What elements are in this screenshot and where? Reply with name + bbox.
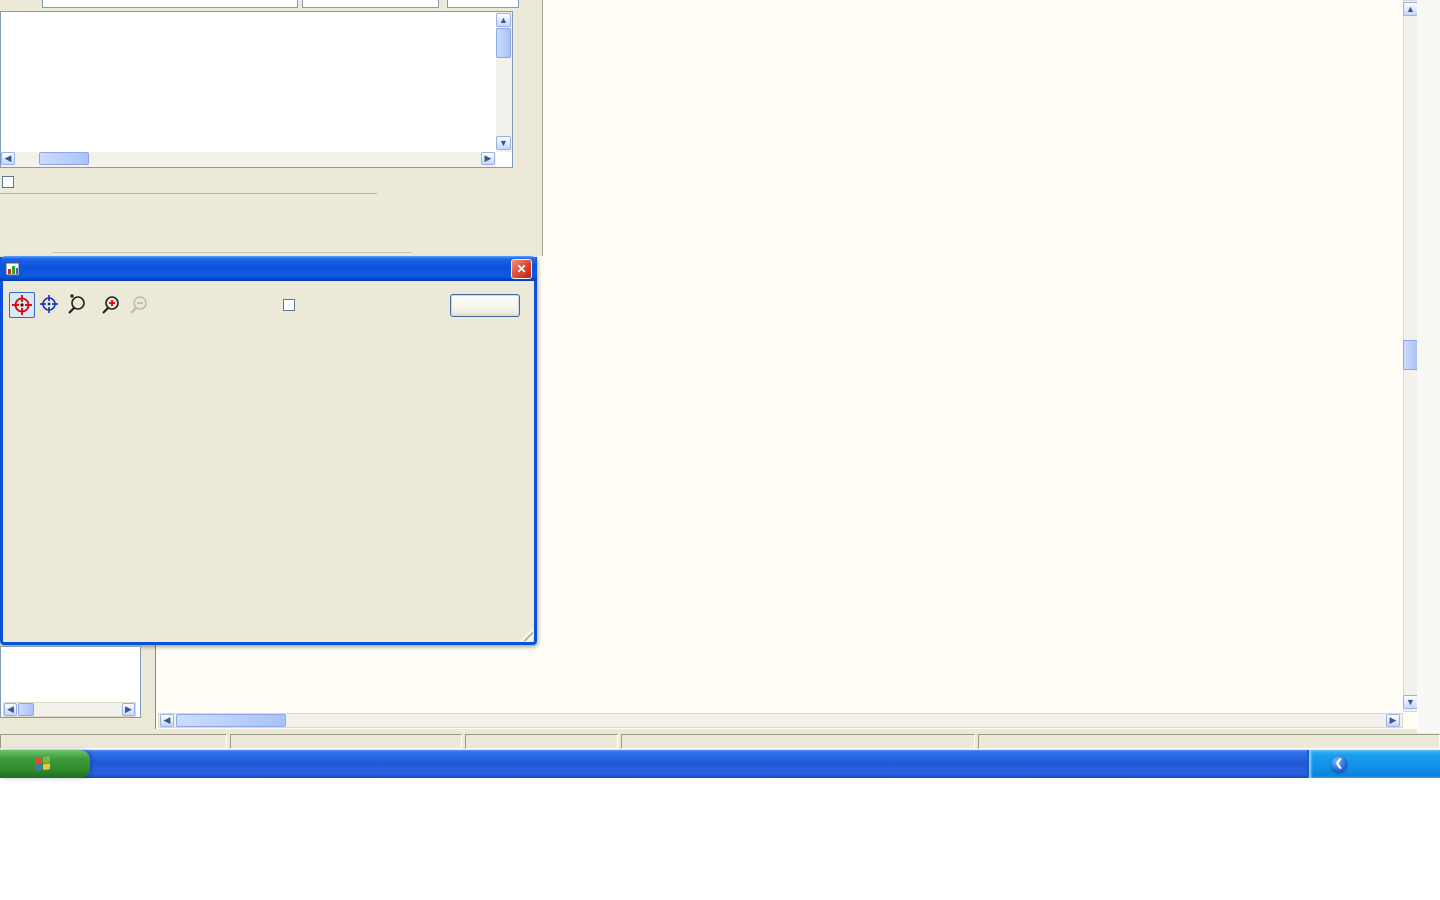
status-datum bbox=[230, 734, 462, 749]
profile-window-icon bbox=[5, 262, 20, 276]
gps-application: ▲ ▼ ◀ ▶ ▲ ▼ ◀ ▶ ✕ ◀ ▶ bbox=[0, 0, 1440, 750]
links-list-window: ◀ ▶ bbox=[0, 646, 141, 718]
track-pointer-blue-tool[interactable] bbox=[37, 292, 63, 318]
status-empty-3 bbox=[978, 734, 1440, 749]
status-bar bbox=[0, 733, 1440, 750]
track-table-header[interactable] bbox=[1, 12, 512, 27]
links-scroll-left-icon[interactable]: ◀ bbox=[4, 703, 17, 716]
zoom-in-icon[interactable] bbox=[99, 292, 125, 318]
zoom-out-icon[interactable] bbox=[127, 292, 153, 318]
links-hscroll-thumb[interactable] bbox=[18, 703, 34, 716]
show-waypoints-checkbox[interactable] bbox=[283, 299, 295, 311]
system-tray: ❮ bbox=[1307, 750, 1440, 778]
status-empty-1 bbox=[465, 734, 618, 749]
window-right-margin bbox=[1417, 0, 1440, 733]
map-scroll-right-icon[interactable]: ▶ bbox=[1386, 714, 1400, 727]
track-point-table[interactable]: ▲ ▼ ◀ ▶ bbox=[0, 11, 513, 168]
windows-logo-icon bbox=[34, 756, 51, 772]
map-scroll-down-icon[interactable]: ▼ bbox=[1403, 695, 1418, 709]
collapse-tray-icon[interactable]: ❮ bbox=[1331, 756, 1347, 772]
status-empty-2 bbox=[621, 734, 975, 749]
track-pointer-red-tool[interactable] bbox=[9, 292, 35, 318]
start-button[interactable] bbox=[0, 750, 90, 778]
status-selection bbox=[0, 734, 227, 749]
links-scroll-right-icon[interactable]: ▶ bbox=[122, 703, 135, 716]
map-vscroll-thumb[interactable] bbox=[1403, 340, 1418, 370]
map-scroll-up-icon[interactable]: ▲ bbox=[1403, 2, 1418, 16]
table-horizontal-scrollbar[interactable]: ◀ ▶ bbox=[1, 152, 496, 167]
zoom-window-tool[interactable] bbox=[65, 292, 91, 318]
resize-grip[interactable] bbox=[520, 628, 533, 641]
table-hscroll-thumb[interactable] bbox=[39, 152, 89, 165]
center-map-checkbox[interactable] bbox=[2, 176, 14, 188]
map-hscroll-thumb[interactable] bbox=[176, 714, 286, 727]
table-vscroll-thumb[interactable] bbox=[496, 28, 511, 58]
clipped-control bbox=[302, 0, 439, 8]
clipped-control bbox=[42, 0, 298, 8]
vertical-profile-window: ✕ bbox=[0, 256, 537, 645]
track-data-window: ▲ ▼ ◀ ▶ bbox=[0, 0, 543, 256]
map-hscroll-trough[interactable] bbox=[158, 713, 1403, 728]
table-scroll-left-icon[interactable]: ◀ bbox=[1, 152, 15, 165]
taskbar: ❮ bbox=[0, 750, 1440, 778]
center-map-option[interactable] bbox=[2, 176, 18, 188]
links-group-line bbox=[52, 252, 412, 253]
clipped-control bbox=[447, 0, 519, 8]
track-stats-table bbox=[0, 193, 377, 194]
table-scroll-down-icon[interactable]: ▼ bbox=[496, 136, 511, 150]
map-scroll-left-icon[interactable]: ◀ bbox=[160, 714, 174, 727]
profile-titlebar[interactable]: ✕ bbox=[0, 256, 537, 281]
elevation-profile-chart[interactable] bbox=[6, 325, 536, 631]
show-waypoints-option[interactable] bbox=[283, 299, 299, 311]
table-scroll-up-icon[interactable]: ▲ bbox=[496, 13, 511, 27]
table-scroll-right-icon[interactable]: ▶ bbox=[481, 152, 495, 165]
table-vertical-scrollbar[interactable]: ▲ ▼ bbox=[496, 12, 512, 152]
close-button[interactable] bbox=[450, 294, 520, 317]
close-icon[interactable]: ✕ bbox=[511, 258, 532, 279]
